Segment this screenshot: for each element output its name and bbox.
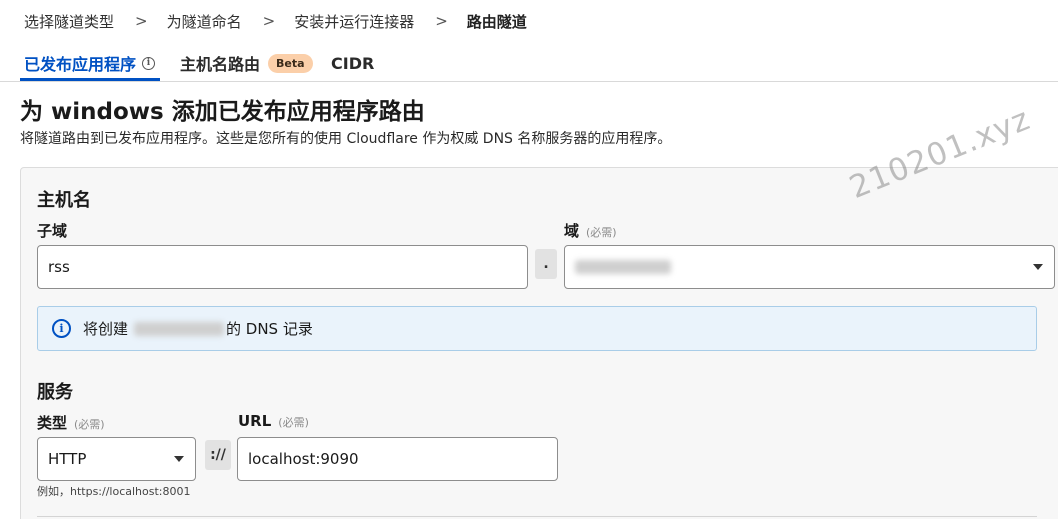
url-label: URL (必需) — [238, 412, 309, 430]
service-type-label: 类型 (必需) — [37, 412, 105, 433]
url-label-text: URL — [238, 412, 272, 430]
info-icon[interactable]: i — [142, 56, 156, 70]
page-title: 为 windows 添加已发布应用程序路由 — [20, 99, 425, 125]
breadcrumb-item-route-tunnel: 路由隧道 — [466, 12, 527, 31]
breadcrumb-item-select-tunnel-type[interactable]: 选择隧道类型 — [24, 11, 114, 32]
url-value: localhost:9090 — [248, 450, 359, 468]
tab-label: 主机名路由 — [180, 55, 261, 74]
subdomain-value: rss — [48, 258, 70, 276]
required-hint: (必需) — [74, 418, 105, 431]
tab-cidr[interactable]: CIDR — [331, 52, 374, 74]
tab-label: 已发布应用程序 — [24, 55, 137, 74]
service-type-value: HTTP — [48, 450, 87, 468]
redacted-hostname — [134, 321, 225, 336]
url-helper-text: 例如，https://localhost:8001 — [37, 485, 191, 498]
dns-record-info-banner: i 将创建 的 DNS 记录 — [37, 306, 1037, 351]
breadcrumb-item-name-tunnel[interactable]: 为隧道命名 — [167, 11, 242, 32]
breadcrumb-separator: > — [135, 12, 148, 30]
service-section-title: 服务 — [37, 382, 73, 403]
service-type-select[interactable]: HTTP — [37, 437, 196, 481]
tab-label: CIDR — [331, 53, 375, 73]
domain-select[interactable] — [564, 245, 1055, 289]
domain-label: 域 (必需) — [564, 220, 617, 241]
required-hint: (必需) — [586, 226, 617, 239]
info-icon: i — [52, 319, 71, 338]
info-prefix: 将创建 — [83, 320, 129, 338]
subdomain-label: 子域 — [37, 220, 67, 241]
page-description: 将隧道路由到已发布应用程序。这些是您所有的使用 Cloudflare 作为权威 … — [20, 131, 672, 147]
breadcrumb-separator: > — [262, 12, 276, 30]
breadcrumb-item-install-connector[interactable]: 安装并运行连接器 — [294, 11, 414, 32]
active-tab-indicator — [20, 78, 160, 81]
chevron-down-icon — [1033, 264, 1043, 270]
divider — [37, 516, 1037, 517]
required-hint: (必需) — [278, 416, 309, 429]
url-input[interactable]: localhost:9090 — [237, 437, 558, 481]
beta-badge: Beta — [268, 53, 313, 73]
domain-dot-separator: . — [535, 249, 557, 279]
service-type-label-text: 类型 — [37, 414, 68, 432]
chevron-down-icon — [174, 456, 184, 462]
subdomain-input[interactable]: rss — [37, 245, 528, 289]
breadcrumb: 选择隧道类型 > 为隧道命名 > 安装并运行连接器 > 路由隧道 — [24, 10, 527, 32]
subdomain-label-text: 子域 — [37, 222, 68, 240]
protocol-separator: :// — [205, 440, 231, 470]
info-suffix: 的 DNS 记录 — [226, 320, 313, 338]
hostname-section-title: 主机名 — [37, 190, 91, 211]
tab-bar: 已发布应用程序 i 主机名路由 Beta CIDR — [0, 44, 1058, 82]
tab-published-applications[interactable]: 已发布应用程序 i — [24, 52, 156, 74]
breadcrumb-separator: > — [435, 12, 448, 30]
tab-hostname-routes[interactable]: 主机名路由 Beta — [180, 52, 313, 74]
redacted-domain — [575, 260, 671, 274]
domain-label-text: 域 — [564, 222, 580, 240]
